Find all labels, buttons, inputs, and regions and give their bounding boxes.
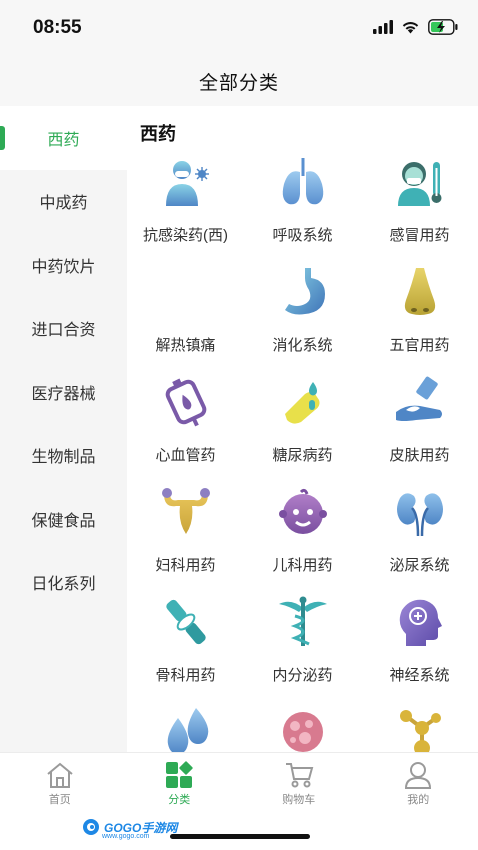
category-item[interactable]: 五官用药 [361,260,478,370]
category-item[interactable]: 泌尿系统 [361,480,478,590]
category-label: 妇科用药 [155,557,216,574]
category-content: 西药 抗感染药(西) 呼吸系统 感冒用药 解热镇痛 消化系统 五官用药 心血管药… [127,106,478,752]
molecule-icon [399,710,441,752]
sidebar-item-rihuaxilie[interactable]: 日化系列 [0,551,127,615]
category-item[interactable]: 神经系统 [361,590,478,700]
category-label: 糖尿病药 [272,447,333,464]
sidebar-item-label: 日化系列 [31,576,96,594]
sidebar-item-zhongyaoyinpian[interactable]: 中药饮片 [0,233,127,297]
uterus-icon [161,488,210,534]
status-icons [373,19,458,35]
kidneys-icon [396,493,443,537]
sidebar-item-label: 西药 [47,131,80,149]
category-item[interactable]: 解热镇痛 [127,260,244,370]
category-item[interactable]: 感冒用药 [361,150,478,260]
category-label: 神经系统 [389,667,450,684]
category-label: 皮肤用药 [389,447,450,464]
sidebar-item-shengwuzhipin[interactable]: 生物制品 [0,424,127,488]
gogo-watermark-logo: GOGO手游网 www.gogo.com [82,818,177,840]
category-item[interactable]: 皮肤用药 [361,370,478,480]
bone-joint-icon [165,599,206,645]
caduceus-icon [278,596,327,646]
hand-cream-icon [395,376,442,421]
category-item[interactable] [127,700,244,752]
head-brain-icon [399,599,442,646]
category-label: 感冒用药 [389,227,450,244]
wifi-icon [402,22,419,34]
category-label: 五官用药 [389,337,450,354]
sidebar-item-label: 中药饮片 [31,258,96,276]
category-item[interactable]: 糖尿病药 [244,370,361,480]
header: 全部分类 [0,56,478,106]
category-icon [166,761,193,788]
doctor-virus-icon [165,161,209,206]
sidebar-item-jinkouhezi[interactable]: 进口合资 [0,297,127,361]
signal-icon [373,20,393,34]
category-item[interactable]: 心血管药 [127,370,244,480]
section-title: 西药 [140,124,176,144]
category-label: 心血管药 [155,447,216,464]
sidebar-item-label: 生物制品 [31,449,96,467]
home-icon [47,762,73,788]
category-label: 内分泌药 [272,667,333,684]
page-title: 全部分类 [198,72,279,94]
baby-icon [278,488,327,534]
tab-bar: 首页 分类 购物车 我的 [0,752,478,812]
sidebar-item-yiliaoqixie[interactable]: 医疗器械 [0,360,127,424]
stomach-icon [284,268,325,315]
category-label: 骨科用药 [155,667,216,684]
active-indicator [0,126,5,150]
category-item[interactable]: 妇科用药 [127,480,244,590]
user-icon [405,762,432,789]
sidebar-item-zhongchengyao[interactable]: 中成药 [0,170,127,234]
tab-category[interactable]: 分类 [120,753,240,812]
tab-label: 分类 [168,794,191,806]
watermark-sub: www.gogo.com [102,833,150,840]
category-label: 消化系统 [272,337,333,354]
sidebar-item-label: 保健食品 [31,512,96,530]
category-label: 泌尿系统 [389,557,450,574]
tab-home[interactable]: 首页 [0,753,120,812]
tab-cart[interactable]: 购物车 [239,753,359,812]
cart-icon [285,763,314,788]
finger-drop-icon [284,382,319,424]
empty-icon-slot [158,264,214,320]
category-item[interactable]: 儿科用药 [244,480,361,590]
tab-label: 首页 [48,794,71,806]
category-item[interactable]: 呼吸系统 [244,150,361,260]
home-indicator [170,834,310,839]
tab-mine[interactable]: 我的 [359,753,478,812]
cell-icon [282,712,323,752]
lungs-icon [282,158,323,205]
sidebar-item-label: 进口合资 [31,322,96,340]
tab-label: 购物车 [282,794,316,806]
status-bar: 08:55 [0,0,478,56]
category-item[interactable]: 抗感染药(西) [127,150,244,260]
sidebar-item-label: 中成药 [39,195,88,213]
sidebar-item-label: 医疗器械 [31,385,96,403]
thermometer-person-icon [397,162,441,206]
category-item[interactable] [244,700,361,752]
water-drops-icon [167,708,208,752]
sidebar-item-xiyao[interactable]: 西药 [0,106,127,170]
sidebar-item-baojianshipin[interactable]: 保健食品 [0,487,127,551]
category-grid: 抗感染药(西) 呼吸系统 感冒用药 解热镇痛 消化系统 五官用药 心血管药 糖尿… [127,150,478,752]
category-item[interactable]: 消化系统 [244,260,361,370]
tab-label: 我的 [407,794,430,806]
nose-icon [404,268,435,315]
category-item[interactable]: 骨科用药 [127,590,244,700]
category-label: 呼吸系统 [272,227,333,244]
category-label: 抗感染药(西) [143,227,228,244]
category-item[interactable]: 内分泌药 [244,590,361,700]
category-item[interactable] [361,700,478,752]
status-time: 08:55 [33,17,82,38]
blood-bag-icon [165,378,206,427]
category-sidebar: 西药 中成药 中药饮片 进口合资 医疗器械 生物制品 保健食品 日化系列 [0,106,127,752]
category-label: 解热镇痛 [155,337,216,354]
battery-icon [428,19,458,35]
category-label: 儿科用药 [272,557,333,574]
gogo-logo-icon [83,819,99,835]
